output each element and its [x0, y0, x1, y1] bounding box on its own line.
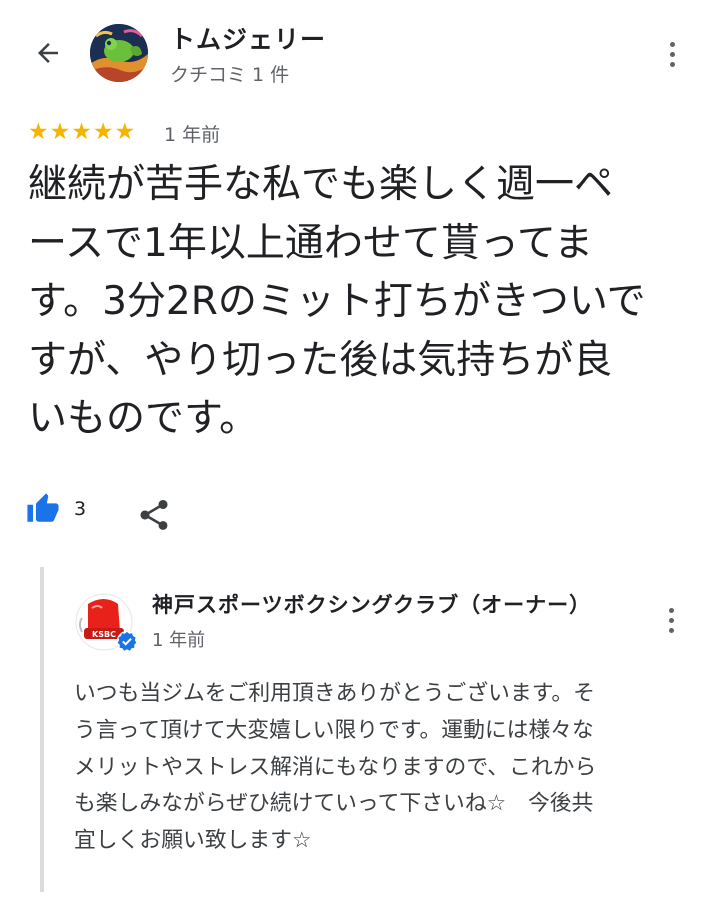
reviewer-name[interactable]: トムジェリー: [170, 20, 326, 56]
star-rating: ★ ★ ★ ★ ★: [28, 119, 135, 145]
star-icon: ★: [28, 119, 49, 145]
svg-text:KSBC: KSBC: [92, 630, 116, 639]
star-icon: ★: [71, 119, 92, 145]
reply-divider: [40, 567, 44, 892]
thumbs-up-icon: [27, 493, 59, 522]
arrow-left-icon: [38, 43, 58, 63]
share-button[interactable]: [136, 497, 172, 533]
share-icon: [140, 500, 168, 530]
more-vert-icon: [668, 607, 674, 613]
reply-text: いつも当ジムをご利用頂きありがとうございます。そ う言って頂けて大変嬉しい限りで…: [74, 681, 597, 854]
verified-badge-icon: [116, 630, 138, 652]
reply-time: 1 年前: [152, 630, 206, 651]
owner-avatar[interactable]: KSBC: [74, 592, 138, 654]
star-icon: ★: [49, 119, 71, 145]
user-avatar[interactable]: [90, 24, 148, 82]
star-icon: ★: [114, 119, 136, 145]
star-icon: ★: [92, 119, 114, 145]
owner-name[interactable]: 神戸スポーツボクシングクラブ（オーナー）: [152, 589, 638, 619]
like-button[interactable]: 3: [26, 492, 86, 526]
reviewer-review-count: クチコミ 1 件: [170, 64, 290, 86]
like-count: 3: [74, 498, 87, 520]
review-text: 継続が苦手な私でも楽しく週一ペ ースで1年以上通わせて貰ってま す。3分2Rのミ…: [28, 162, 646, 441]
review-time: 1 年前: [164, 124, 221, 146]
reply-more-options-button[interactable]: [653, 600, 689, 640]
more-vert-icon: [669, 41, 675, 47]
more-options-button[interactable]: [654, 34, 690, 74]
back-button[interactable]: [22, 30, 74, 76]
